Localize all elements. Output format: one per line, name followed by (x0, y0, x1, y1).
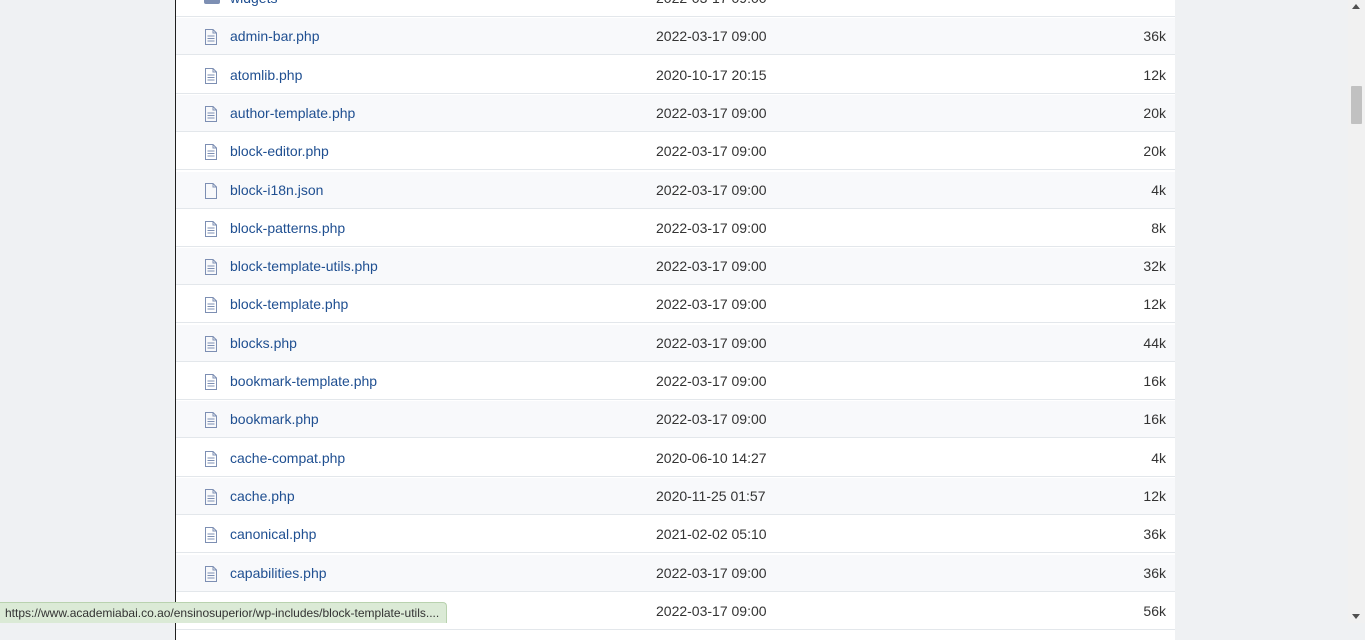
file-name-link[interactable]: author-template.php (230, 105, 355, 121)
file-date: 2022-03-17 09:00 (656, 373, 767, 389)
file-size: 12k (1143, 296, 1166, 313)
file-name-link[interactable]: block-template-utils.php (230, 258, 378, 274)
file-date: 2022-03-17 09:00 (656, 296, 767, 313)
file-name-link[interactable]: block-editor.php (230, 143, 329, 159)
scroll-up-arrow-icon[interactable] (1352, 4, 1360, 9)
file-listing-panel: widgets 2022-03-17 09:00 - admin-bar.php 202… (175, 0, 1175, 640)
file-name-link[interactable]: atomlib.php (230, 67, 302, 83)
table-row: admin-bar.php 2022-03-17 09:00 36k (176, 18, 1175, 56)
file-size: - (1161, 0, 1166, 6)
file-date: 2022-03-17 09:00 (656, 602, 767, 619)
file-date: 2022-03-17 09:00 (656, 143, 767, 160)
file-name-link[interactable]: block-i18n.json (230, 182, 323, 198)
table-row: canonical.php 2021-02-02 05:10 36k (176, 516, 1175, 554)
file-size: 4k (1151, 449, 1166, 466)
file-date: 2022-03-17 09:00 (656, 334, 767, 351)
file-size: 20k (1143, 143, 1166, 160)
text-file-icon (205, 144, 217, 161)
file-size: 20k (1143, 104, 1166, 121)
file-date: 2022-03-17 09:00 (656, 28, 767, 45)
text-file-icon (205, 488, 217, 505)
text-file-icon (205, 105, 217, 122)
file-date: 2022-03-17 09:00 (656, 258, 767, 275)
file-date: 2020-06-10 14:27 (656, 449, 767, 466)
file-name-link[interactable]: admin-bar.php (230, 28, 320, 44)
file-size: 56k (1143, 602, 1166, 619)
file-size: 12k (1143, 487, 1166, 504)
file-name-link[interactable]: bookmark.php (230, 411, 319, 427)
file-size: 36k (1143, 564, 1166, 581)
scrollbar-thumb[interactable] (1351, 86, 1362, 124)
file-name-link[interactable]: blocks.php (230, 335, 297, 351)
table-row: block-editor.php 2022-03-17 09:00 20k (176, 133, 1175, 171)
table-row: block-i18n.json 2022-03-17 09:00 4k (176, 171, 1175, 209)
folder-icon (204, 0, 220, 4)
table-row: bookmark-template.php 2022-03-17 09:00 16k (176, 363, 1175, 400)
text-file-icon (205, 67, 217, 84)
file-date: 2020-10-17 20:15 (656, 66, 767, 83)
file-name-link[interactable]: widgets (230, 0, 277, 6)
text-file-icon (205, 565, 217, 582)
file-date: 2020-11-25 01:57 (656, 487, 766, 504)
file-name-link[interactable]: canonical.php (230, 526, 316, 542)
file-size: 4k (1151, 181, 1166, 198)
file-name-link[interactable]: bookmark-template.php (230, 373, 377, 389)
page-scrollbar[interactable] (1348, 0, 1365, 623)
file-date: 2022-03-17 09:00 (656, 181, 767, 198)
file-name-link[interactable]: capabilities.php (230, 565, 327, 581)
table-row: bookmark.php 2022-03-17 09:00 16k (176, 401, 1175, 439)
table-row: block-patterns.php 2022-03-17 09:00 8k (176, 210, 1175, 247)
file-date: 2022-03-17 09:00 (656, 411, 767, 428)
text-file-icon (205, 527, 217, 544)
table-row: capabilities.php 2022-03-17 09:00 36k (176, 554, 1175, 592)
file-name-link[interactable]: cache-compat.php (230, 450, 345, 466)
file-size: 8k (1151, 219, 1166, 236)
file-size: 44k (1143, 334, 1166, 351)
table-row: block-template.php 2022-03-17 09:00 12k (176, 286, 1175, 324)
table-row: cache.php 2020-11-25 01:57 12k (176, 477, 1175, 515)
file-name-link[interactable]: block-patterns.php (230, 220, 345, 236)
table-row: author-template.php 2022-03-17 09:00 20k (176, 94, 1175, 132)
text-file-icon (205, 297, 217, 314)
file-date: 2022-03-17 09:00 (656, 564, 767, 581)
file-size: 32k (1143, 258, 1166, 275)
file-icon (205, 182, 217, 199)
table-row: block-template-utils.php 2022-03-17 09:00… (176, 248, 1175, 286)
table-row: blocks.php 2022-03-17 09:00 44k (176, 324, 1175, 362)
table-row: atomlib.php 2020-10-17 20:15 12k (176, 57, 1175, 94)
file-date: 2022-03-17 09:00 (656, 104, 767, 121)
scroll-down-arrow-icon[interactable] (1352, 614, 1360, 619)
file-size: 16k (1143, 373, 1166, 389)
file-date: 2022-03-17 09:00 (656, 219, 767, 236)
text-file-icon (205, 29, 217, 46)
file-size: 16k (1143, 411, 1166, 428)
text-file-icon (205, 412, 217, 429)
file-size: 12k (1143, 66, 1166, 83)
text-file-icon (205, 259, 217, 276)
table-row: cache-compat.php 2020-06-10 14:27 4k (176, 440, 1175, 477)
file-name-link[interactable]: block-template.php (230, 296, 348, 312)
text-file-icon (205, 374, 217, 390)
status-bar-url: https://www.academiabai.co.ao/ensinosupe… (0, 602, 448, 623)
file-date: 2021-02-02 05:10 (656, 526, 767, 543)
file-size: 36k (1143, 28, 1166, 45)
text-file-icon (205, 335, 217, 352)
table-row: widgets 2022-03-17 09:00 - (176, 0, 1175, 17)
file-date: 2022-03-17 09:00 (656, 0, 767, 6)
text-file-icon (205, 220, 217, 237)
file-size: 36k (1143, 526, 1166, 543)
file-name-link[interactable]: cache.php (230, 488, 295, 504)
text-file-icon (205, 450, 217, 467)
